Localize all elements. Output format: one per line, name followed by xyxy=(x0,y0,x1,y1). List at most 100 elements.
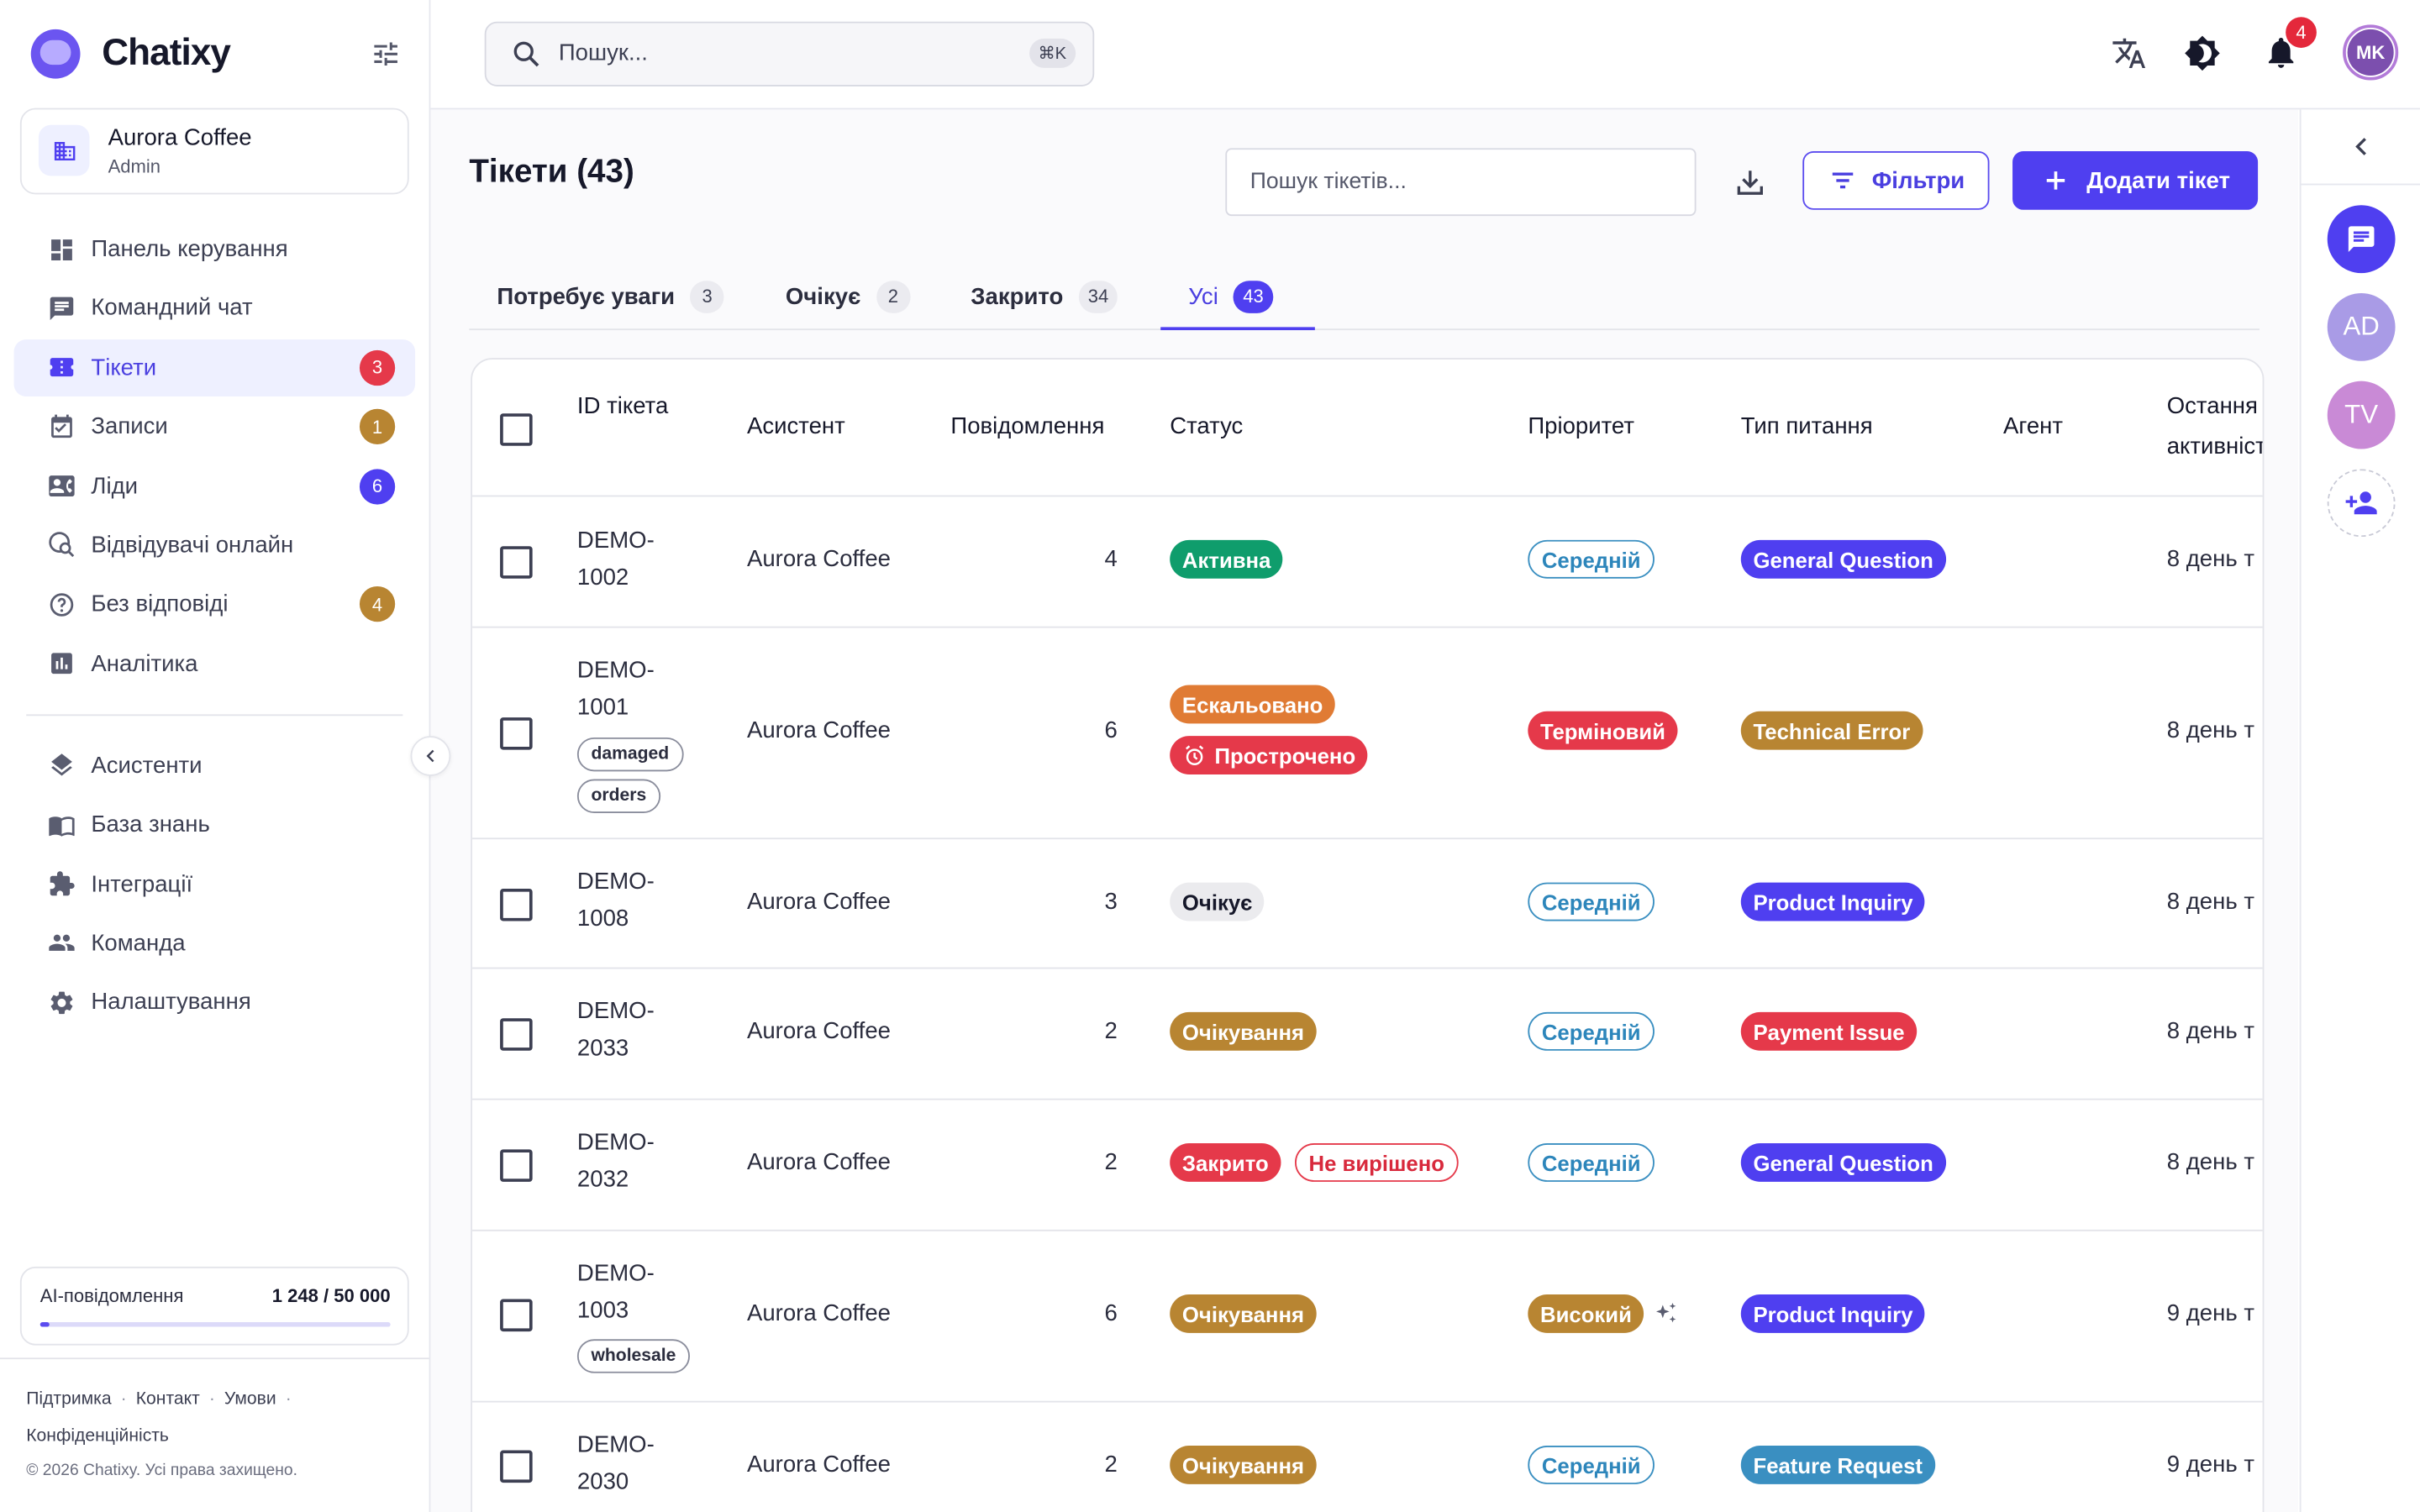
table-row[interactable]: DEMO- 2032 Aurora Coffee 2 Закрито Не вир… xyxy=(472,1099,2263,1231)
row-checkbox[interactable] xyxy=(500,1018,533,1051)
sidebar-item-leads[interactable]: Ліди 6 xyxy=(14,458,416,515)
add-ticket-button[interactable]: Додати тікет xyxy=(2012,150,2259,210)
translate-icon[interactable] xyxy=(2110,34,2147,71)
puzzle-icon xyxy=(48,870,76,898)
status-badge: Закрито xyxy=(1170,1142,1281,1182)
chevron-left-icon xyxy=(426,749,434,763)
ticket-id[interactable]: DEMO- 2033 xyxy=(577,994,655,1068)
column-header-messages[interactable]: Повідомлення xyxy=(950,407,1104,448)
quota-progress-fill xyxy=(39,1322,50,1327)
column-header-type[interactable]: Тип питання xyxy=(1741,407,1873,448)
agent-avatar-tv[interactable]: TV xyxy=(2327,381,2396,449)
sidebar-item-knowledge-base[interactable]: База знань xyxy=(14,796,416,853)
ticket-search-input[interactable]: Пошук тікетів... xyxy=(1225,148,1697,217)
overdue-label: Прострочено xyxy=(1214,743,1356,768)
collapse-sidebar-button[interactable] xyxy=(410,736,451,776)
add-agent-button[interactable] xyxy=(2327,469,2396,538)
tag-chip[interactable]: orders xyxy=(576,779,660,813)
footer-link-support[interactable]: Підтримка xyxy=(26,1390,111,1409)
alarm-icon xyxy=(1186,744,1204,765)
chat-rail-button[interactable] xyxy=(2327,205,2396,274)
ticket-id[interactable]: DEMO- 2030 xyxy=(577,1427,655,1501)
assistant-cell: Aurora Coffee xyxy=(746,1300,892,1327)
sidebar-item-team-chat[interactable]: Командний чат xyxy=(14,280,416,337)
table-row[interactable]: DEMO- 2030 Aurora Coffee 2 Очікування Сер… xyxy=(472,1401,2263,1512)
table-row[interactable]: DEMO- 1001 damaged orders Aurora Coffee 6… xyxy=(472,627,2263,840)
download-button[interactable] xyxy=(1732,164,1769,201)
row-checkbox[interactable] xyxy=(500,717,533,750)
tab-closed[interactable]: Закрито 34 xyxy=(971,264,1118,328)
priority-badge: Середній xyxy=(1528,539,1655,579)
org-switcher[interactable]: Aurora Coffee Admin xyxy=(19,108,409,195)
ticket-id[interactable]: DEMO- 1003 xyxy=(577,1256,655,1330)
row-checkbox[interactable] xyxy=(500,888,533,921)
tag-chip[interactable]: damaged xyxy=(576,737,683,772)
sidebar-item-appointments[interactable]: Записи 1 xyxy=(14,398,416,455)
tab-all[interactable]: Усі 43 xyxy=(1188,264,1273,328)
theme-toggle-icon[interactable] xyxy=(2184,34,2221,71)
tab-pending[interactable]: Очікує 2 xyxy=(786,264,911,328)
plus-icon xyxy=(2046,171,2065,190)
ticket-id[interactable]: DEMO- 1002 xyxy=(577,523,655,597)
table-row[interactable]: DEMO- 1002 Aurora Coffee 4 Активна Середн… xyxy=(472,496,2263,628)
column-header-status[interactable]: Статус xyxy=(1170,407,1243,448)
page-title: Тікети (43) xyxy=(469,154,634,190)
filters-button[interactable]: Фільтри xyxy=(1802,150,1990,210)
priority-badge: Середній xyxy=(1528,882,1655,921)
logo[interactable]: Chatixy xyxy=(30,26,402,81)
sidebar-item-integrations[interactable]: Інтеграції xyxy=(14,855,416,912)
tune-icon[interactable] xyxy=(371,39,402,70)
sidebar-item-team[interactable]: Команда xyxy=(14,915,416,972)
footer-link-privacy[interactable]: Конфіденційність xyxy=(26,1427,169,1446)
priority-badge: Середній xyxy=(1528,1011,1655,1051)
messages-cell: 2 xyxy=(1104,1018,1118,1045)
type-badge: Technical Error xyxy=(1740,711,1923,750)
row-checkbox[interactable] xyxy=(500,1149,533,1182)
priority-badge: Високий xyxy=(1528,1294,1644,1333)
ticket-id[interactable]: DEMO- 2032 xyxy=(577,1125,655,1199)
add-person-icon xyxy=(2345,491,2377,515)
status-badge: Очікує xyxy=(1170,882,1265,921)
sidebar-item-visitors[interactable]: Відвідувачі онлайн xyxy=(14,517,416,574)
column-header-last-activity[interactable]: Остання активність xyxy=(2167,387,2263,468)
sidebar-item-dashboard[interactable]: Панель керування xyxy=(14,221,416,278)
sidebar-item-label: Відвідувачі онлайн xyxy=(91,532,294,559)
tag-chip[interactable]: wholesale xyxy=(576,1339,690,1373)
footer-link-contact[interactable]: Контакт xyxy=(136,1390,200,1409)
assistant-cell: Aurora Coffee xyxy=(746,717,892,744)
column-header-id[interactable]: ID тікета xyxy=(577,387,670,428)
download-icon xyxy=(1737,171,1763,195)
priority-badge: Середній xyxy=(1528,1142,1655,1182)
sidebar-item-unanswered[interactable]: Без відповіді 4 xyxy=(14,576,416,633)
row-checkbox[interactable] xyxy=(500,546,533,579)
table-row[interactable]: DEMO- 1008 Aurora Coffee 3 Очікує Середні… xyxy=(472,837,2263,969)
last-activity-cell: 8 день т xyxy=(2166,888,2254,916)
row-checkbox[interactable] xyxy=(500,1450,533,1483)
footer-link-terms[interactable]: Умови xyxy=(224,1390,276,1409)
chevron-left-icon[interactable] xyxy=(2346,131,2377,162)
sidebar-item-label: Записи xyxy=(91,413,168,440)
right-rail: AD TV xyxy=(2299,109,2420,1512)
column-header-assistant[interactable]: Асистент xyxy=(747,407,845,448)
sidebar: Chatixy Aurora Coffee Admin Панель керув… xyxy=(0,0,431,1512)
sidebar-item-settings[interactable]: Налаштування xyxy=(14,974,416,1032)
messages-cell: 2 xyxy=(1104,1149,1118,1176)
assistant-cell: Aurora Coffee xyxy=(746,1149,892,1176)
user-avatar[interactable]: MK xyxy=(2343,24,2399,81)
global-search-input[interactable]: Пошук... ⌘K xyxy=(484,21,1095,87)
ticket-id[interactable]: DEMO- 1001 xyxy=(577,653,655,727)
select-all-checkbox[interactable] xyxy=(500,413,533,446)
sidebar-item-assistants[interactable]: Асистенти xyxy=(14,737,416,794)
agent-avatar-ad[interactable]: AD xyxy=(2327,292,2396,361)
column-header-agent[interactable]: Агент xyxy=(2003,407,2063,448)
tab-needs-attention[interactable]: Потребує уваги 3 xyxy=(497,264,724,328)
row-checkbox[interactable] xyxy=(500,1299,533,1332)
column-header-priority[interactable]: Пріоритет xyxy=(1528,407,1634,448)
messages-cell: 4 xyxy=(1104,546,1118,573)
ticket-id[interactable]: DEMO- 1008 xyxy=(577,864,655,938)
question-icon xyxy=(48,591,76,618)
sidebar-item-analytics[interactable]: Аналітика xyxy=(14,635,416,692)
table-row[interactable]: DEMO- 1003 wholesale Aurora Coffee 6 Очік… xyxy=(472,1230,2263,1403)
sidebar-item-tickets[interactable]: Тікети 3 xyxy=(13,339,416,396)
table-row[interactable]: DEMO- 2033 Aurora Coffee 2 Очікування Сер… xyxy=(472,968,2263,1100)
